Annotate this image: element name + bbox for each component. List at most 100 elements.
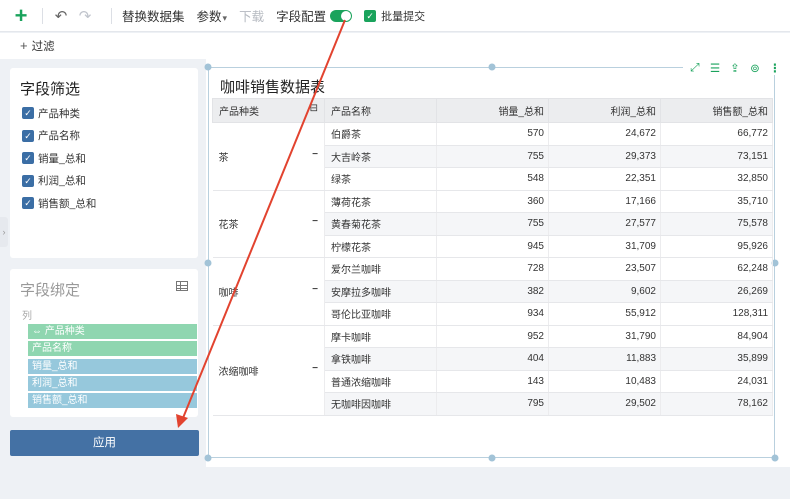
checkbox-checked-icon[interactable]: ✓: [22, 107, 34, 120]
replace-dataset-button[interactable]: 替换数据集: [122, 6, 185, 25]
more-icon[interactable]: ⋮: [769, 61, 781, 75]
filter-bar: + 过滤: [0, 33, 790, 59]
product-name-cell: 柠檬花茶: [324, 235, 437, 258]
plus-icon: +: [20, 38, 28, 53]
value-cell: 31,709: [548, 235, 661, 258]
panel-collapse-handle[interactable]: ›: [0, 217, 8, 247]
drag-handle-icon[interactable]: ⇔: [32, 326, 45, 337]
field-filter-list: ✓ 产品种类 ✓ 产品名称 ✓ 销量_总和 ✓ 利润_总和 ✓ 销售额_总和: [10, 102, 198, 215]
value-cell: 31,790: [548, 325, 661, 348]
resize-handle[interactable]: [204, 454, 212, 462]
params-label: 参数: [196, 10, 222, 24]
field-binding-panel: 字段绑定 列 ⇔ 产品种类 产品名称 销量_总和 利润_总和 销售额_总和: [10, 269, 198, 417]
fullscreen-icon[interactable]: ⤢: [689, 62, 701, 75]
apply-button[interactable]: 应用: [10, 430, 199, 456]
value-cell: 24,031: [660, 370, 773, 393]
value-cell: 29,373: [548, 145, 661, 168]
header-category[interactable]: 产品种类 ⊟: [212, 98, 325, 123]
field-filter-item[interactable]: ✓ 利润_总和: [10, 170, 198, 193]
list-icon[interactable]: ☰: [709, 61, 721, 75]
field-filter-label: 利润_总和: [38, 175, 86, 188]
binding-chip-label: 销量_总和: [32, 360, 78, 372]
checkbox-checked-icon[interactable]: ✓: [22, 129, 34, 142]
product-name-cell: 哥伦比亚咖啡: [324, 302, 437, 326]
value-cell: 945: [436, 235, 549, 258]
table-title: 咖啡销售数据表: [220, 79, 326, 96]
binding-chip[interactable]: 利润_总和: [28, 375, 197, 391]
value-cell: 570: [436, 122, 549, 146]
value-cell: 24,672: [548, 122, 661, 146]
resize-handle[interactable]: [488, 63, 496, 71]
category-cell: 咖啡 −: [212, 257, 325, 326]
plus-icon[interactable]: +: [10, 4, 32, 27]
params-dropdown[interactable]: 参数▾: [197, 6, 228, 25]
collapse-group-icon[interactable]: −: [312, 284, 318, 299]
header-collapse-icon[interactable]: ⊟: [310, 103, 318, 118]
value-cell: 728: [436, 257, 549, 281]
add-filter-button[interactable]: + 过滤: [20, 38, 55, 54]
product-name-cell: 拿铁咖啡: [324, 347, 437, 371]
binding-chip[interactable]: 产品名称: [28, 341, 197, 357]
value-cell: 17,166: [548, 190, 661, 213]
product-name-cell: 薄荷花茶: [324, 190, 437, 213]
download-button[interactable]: 下载: [239, 6, 264, 25]
collapse-group-icon[interactable]: −: [312, 216, 318, 231]
binding-chip[interactable]: ⇔ 产品种类: [28, 324, 197, 339]
value-cell: 75,578: [660, 212, 773, 236]
value-cell: 755: [436, 212, 549, 236]
resize-handle[interactable]: [204, 259, 212, 267]
binding-chip-label: 产品种类: [44, 326, 85, 337]
header-profit[interactable]: 利润_总和: [548, 98, 661, 123]
resize-handle[interactable]: [204, 63, 212, 71]
category-label: 咖啡: [218, 287, 239, 299]
header-revenue[interactable]: 销售额_总和: [660, 98, 773, 123]
header-product[interactable]: 产品名称: [324, 98, 437, 123]
product-name-cell: 伯爵茶: [324, 122, 437, 146]
product-name-cell: 摩卡咖啡: [324, 325, 437, 348]
undo-icon[interactable]: ↶: [53, 7, 69, 25]
field-filter-item[interactable]: ✓ 产品种类: [10, 102, 198, 125]
product-name-cell: 爱尔兰咖啡: [324, 257, 437, 281]
value-cell: 952: [436, 325, 549, 348]
table-row: 花茶 − 薄荷花茶 360 17,166 35,710: [212, 190, 773, 258]
table-grid-icon[interactable]: [176, 281, 188, 291]
link-icon[interactable]: ⊚: [749, 61, 761, 75]
field-filter-item[interactable]: ✓ 产品名称: [10, 125, 198, 148]
category-label: 花茶: [218, 220, 239, 232]
header-sales-qty[interactable]: 销量_总和: [436, 98, 549, 123]
export-icon[interactable]: ⇪: [729, 61, 741, 75]
checkbox-checked-icon[interactable]: ✓: [22, 174, 34, 187]
batch-submit-label: 批量提交: [381, 10, 426, 23]
resize-handle[interactable]: [488, 454, 496, 462]
collapse-group-icon[interactable]: −: [312, 149, 318, 164]
resize-handle[interactable]: [771, 454, 779, 462]
batch-submit-checkbox[interactable]: ✓: [364, 9, 377, 22]
product-name-cell: 黄春菊花茶: [324, 212, 437, 236]
checkbox-checked-icon[interactable]: ✓: [22, 197, 34, 210]
binding-chip-label: 利润_总和: [32, 377, 78, 389]
value-cell: 934: [436, 302, 549, 326]
value-cell: 29,502: [548, 392, 661, 416]
value-cell: 382: [436, 280, 549, 303]
value-cell: 9,602: [548, 280, 661, 303]
filter-label: 过滤: [31, 41, 55, 53]
field-filter-item[interactable]: ✓ 销售额_总和: [10, 192, 198, 215]
chevron-right-icon: ›: [2, 227, 6, 237]
field-filter-title: 字段筛选: [20, 81, 81, 98]
table-row: 浓缩咖啡 − 摩卡咖啡 952 31,790 84,904: [212, 325, 773, 416]
field-config-toggle[interactable]: [330, 9, 353, 22]
redo-icon[interactable]: ↷: [77, 7, 93, 25]
field-filter-item[interactable]: ✓ 销量_总和: [10, 147, 198, 170]
binding-chip-list: ⇔ 产品种类 产品名称 销量_总和 利润_总和 销售额_总和: [28, 324, 197, 410]
product-name-cell: 大吉岭茶: [324, 145, 437, 168]
value-cell: 143: [436, 370, 549, 393]
binding-chip[interactable]: 销量_总和: [28, 358, 197, 374]
field-binding-title: 字段绑定: [20, 282, 81, 299]
toolbar-divider: [111, 7, 112, 24]
value-cell: 32,850: [660, 167, 773, 191]
field-config-label: 字段配置: [276, 10, 327, 24]
value-cell: 10,483: [548, 370, 661, 393]
binding-chip[interactable]: 销售额_总和: [28, 393, 197, 409]
collapse-group-icon[interactable]: −: [312, 363, 318, 378]
checkbox-checked-icon[interactable]: ✓: [22, 152, 34, 165]
